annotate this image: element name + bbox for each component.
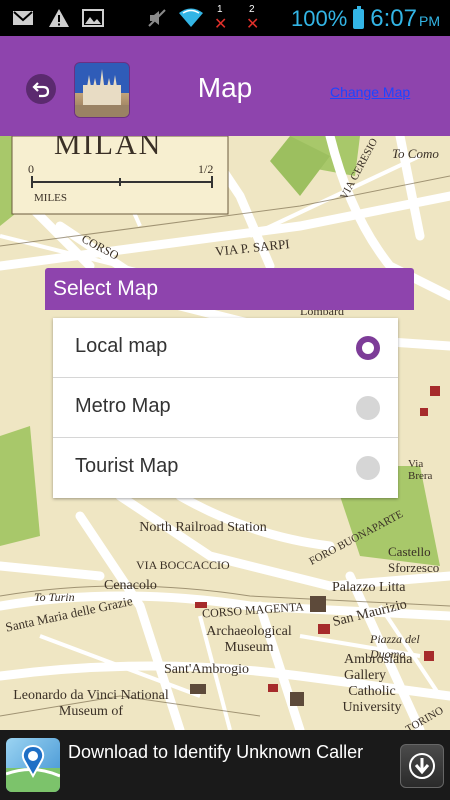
battery-icon <box>353 6 365 29</box>
dialog-title: Select Map <box>45 268 414 310</box>
ad-download-button[interactable] <box>400 744 444 788</box>
no-signal-x-icon: ✕ <box>214 16 228 33</box>
mail-icon <box>13 11 33 25</box>
map-city-label: MILAN <box>54 136 163 161</box>
caller-id-app-icon <box>6 738 60 792</box>
clock-time: 6:07 <box>370 5 417 32</box>
map-label: Castello Sforzesco <box>388 544 440 575</box>
app-bar: Map Change Map <box>0 36 450 136</box>
image-icon <box>82 9 104 27</box>
map-label: Leonardo da Vinci National Museum of <box>13 688 169 719</box>
no-signal-x-icon: ✕ <box>246 16 260 33</box>
status-right: 100% 6:07 PM <box>291 5 440 33</box>
signal-1-icon: 1 ✕ <box>212 4 228 33</box>
option-metro-map[interactable]: Metro Map <box>53 378 398 438</box>
map-scale-half: 1/2 <box>198 162 214 176</box>
map-label: Archaeological Museum <box>206 624 292 655</box>
signal-2-icon: 2 ✕ <box>244 4 260 33</box>
ad-banner[interactable]: Download to Identify Unknown Caller <box>0 730 450 800</box>
ad-text: Download to Identify Unknown Caller <box>68 742 364 762</box>
option-label: Metro Map <box>75 395 171 417</box>
option-label: Local map <box>75 335 168 357</box>
map-label: Ambrosiana Gallery <box>344 652 413 683</box>
radio-selected-icon[interactable] <box>356 336 380 360</box>
battery-percent: 100% <box>291 6 348 31</box>
map-label: North Railroad Station <box>139 520 267 535</box>
map-label: To Turin <box>34 590 75 604</box>
map-label: Sant'Ambrogio <box>164 662 249 677</box>
option-label: Tourist Map <box>75 455 179 477</box>
radio-unselected-icon[interactable] <box>356 456 380 480</box>
map-scale-unit: MILES <box>34 192 67 204</box>
mute-icon <box>148 9 166 27</box>
map-label: To Como <box>392 146 439 161</box>
option-tourist-map[interactable]: Tourist Map <box>53 438 398 498</box>
map-label: Palazzo Litta <box>332 580 406 595</box>
map-scale-zero: 0 <box>28 162 34 176</box>
map-options-list: Local map Metro Map Tourist Map <box>53 318 398 498</box>
warning-icon <box>49 9 69 27</box>
map-label: Catholic University <box>342 684 402 715</box>
option-local-map[interactable]: Local map <box>53 318 398 378</box>
map-label: Cenacolo <box>104 578 157 593</box>
select-map-dialog: Select Map Local map Metro Map Tourist M… <box>45 268 414 500</box>
download-arrow-icon <box>409 753 435 779</box>
radio-unselected-icon[interactable] <box>356 396 380 420</box>
clock-ampm: PM <box>419 13 440 29</box>
map-label: Via Brera <box>408 458 433 482</box>
status-bar: 1 ✕ 2 ✕ 100% 6:07 PM <box>0 0 450 36</box>
map-label: VIA BOCCACCIO <box>136 558 230 572</box>
clock: 6:07 PM <box>370 5 440 33</box>
change-map-link[interactable]: Change Map <box>330 84 410 100</box>
wifi-icon <box>179 8 203 27</box>
